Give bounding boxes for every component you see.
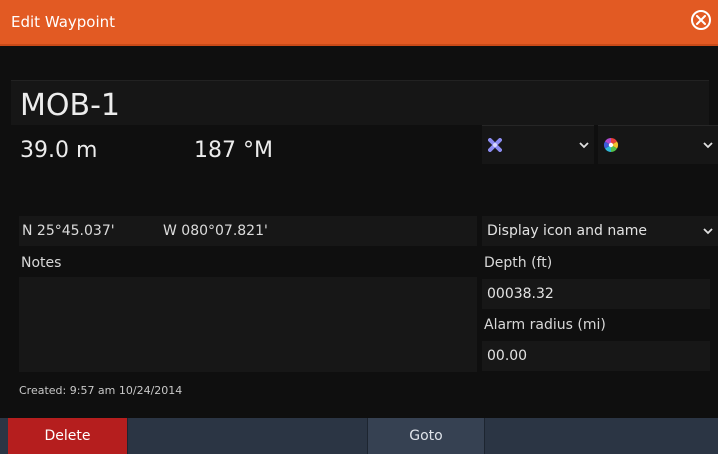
position-field[interactable]: N 25°45.037' W 080°07.821' <box>19 216 477 246</box>
title-bar: Edit Waypoint <box>0 0 718 46</box>
range-value: 39.0 m <box>20 138 98 163</box>
display-mode-label: Display icon and name <box>487 223 648 239</box>
x-marker-icon <box>488 138 502 152</box>
toolbar-divider <box>484 418 485 454</box>
depth-label: Depth (ft) <box>484 255 553 271</box>
alarm-radius-value: 00.00 <box>487 348 528 364</box>
alarm-radius-field[interactable]: 00.00 <box>482 341 710 371</box>
goto-button[interactable]: Goto <box>368 418 484 454</box>
notes-textarea[interactable] <box>19 277 477 372</box>
color-wheel-icon <box>604 138 618 152</box>
created-timestamp: Created: 9:57 am 10/24/2014 <box>19 384 183 397</box>
toolbar-divider <box>127 418 128 454</box>
bottom-toolbar: Delete Goto <box>0 418 718 454</box>
chevron-down-icon <box>579 142 589 149</box>
display-mode-dropdown[interactable]: Display icon and name <box>482 216 718 246</box>
close-icon[interactable] <box>691 10 711 30</box>
color-dropdown[interactable] <box>598 125 718 164</box>
delete-button[interactable]: Delete <box>8 418 127 454</box>
longitude-value: W 080°07.821' <box>163 223 268 239</box>
notes-label: Notes <box>21 255 62 271</box>
chevron-down-icon <box>703 228 713 235</box>
latitude-value: N 25°45.037' <box>22 223 115 239</box>
depth-value: 00038.32 <box>487 286 554 302</box>
bearing-value: 187 °M <box>194 138 273 163</box>
depth-field[interactable]: 00038.32 <box>482 279 710 309</box>
dialog-title: Edit Waypoint <box>11 13 116 31</box>
chevron-down-icon <box>703 142 713 149</box>
alarm-radius-label: Alarm radius (mi) <box>484 317 606 333</box>
waypoint-name: MOB-1 <box>20 88 120 123</box>
waypoint-name-field[interactable]: MOB-1 <box>11 80 709 125</box>
symbol-dropdown[interactable] <box>482 125 594 164</box>
